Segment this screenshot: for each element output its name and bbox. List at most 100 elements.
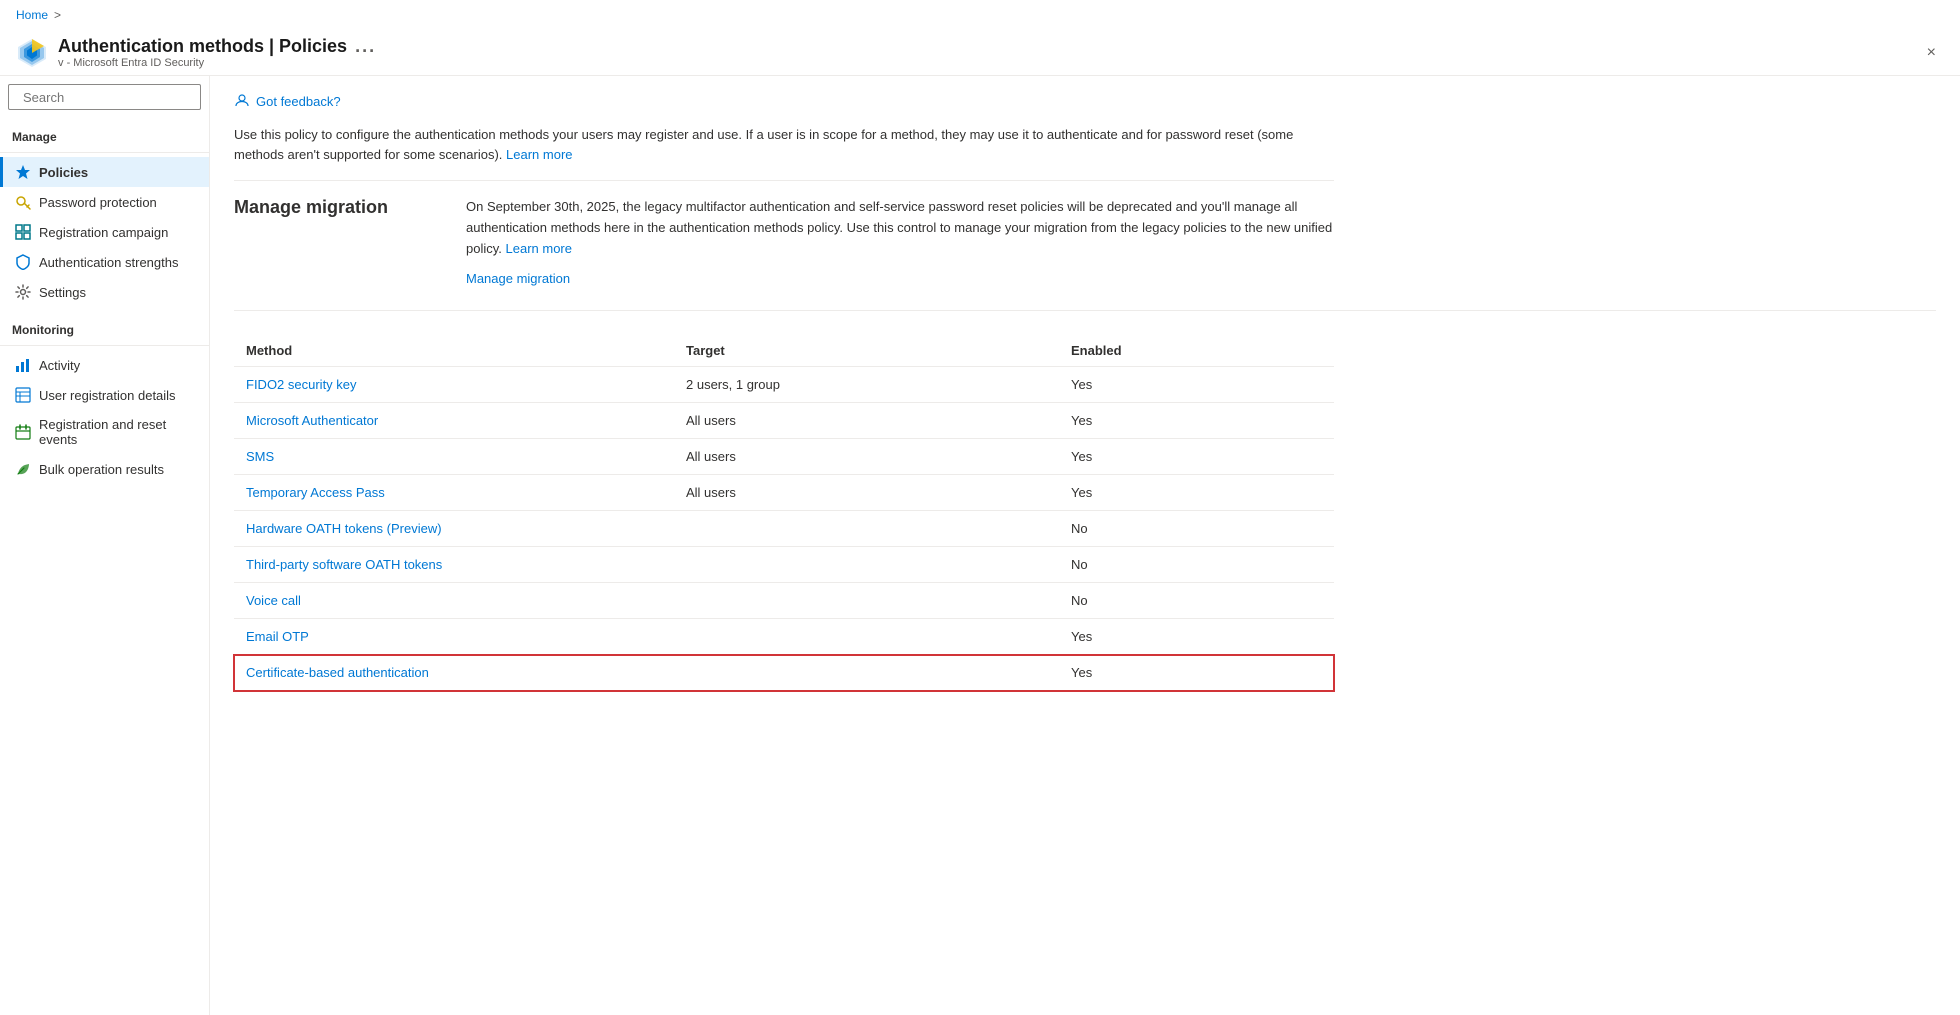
table-row: Email OTP Yes <box>234 619 1334 655</box>
leaf-icon <box>15 461 31 477</box>
breadcrumb-separator: > <box>54 8 61 22</box>
sidebar-label-registration-campaign: Registration campaign <box>39 225 168 240</box>
cell-enabled: Yes <box>1059 475 1334 511</box>
cell-method: Voice call <box>234 583 674 619</box>
method-link-7[interactable]: Email OTP <box>246 629 309 644</box>
sidebar-item-policies[interactable]: Policies <box>0 157 209 187</box>
app-icon <box>16 37 48 69</box>
cell-target: All users <box>674 403 1059 439</box>
manage-section-label: Manage <box>0 122 209 148</box>
search-input[interactable] <box>23 90 199 105</box>
sidebar-item-registration-reset[interactable]: Registration and reset events <box>0 410 209 454</box>
page-header: Authentication methods | Policies ... v … <box>0 30 1960 76</box>
migration-learn-more-link[interactable]: Learn more <box>506 241 572 256</box>
cell-enabled: Yes <box>1059 655 1334 691</box>
cell-enabled: No <box>1059 583 1334 619</box>
description-text: Use this policy to configure the authent… <box>234 125 1334 181</box>
col-method: Method <box>234 335 674 367</box>
migration-title: Manage migration <box>234 197 434 290</box>
migration-description: On September 30th, 2025, the legacy mult… <box>466 197 1366 290</box>
col-target: Target <box>674 335 1059 367</box>
grid-icon <box>15 224 31 240</box>
cell-enabled: Yes <box>1059 439 1334 475</box>
star-icon <box>15 164 31 180</box>
cell-enabled: Yes <box>1059 619 1334 655</box>
table-row: Hardware OATH tokens (Preview) No <box>234 511 1334 547</box>
sidebar-label-registration-reset: Registration and reset events <box>39 417 197 447</box>
sidebar-item-activity[interactable]: Activity <box>0 350 209 380</box>
cell-target: All users <box>674 439 1059 475</box>
manage-migration-link[interactable]: Manage migration <box>466 269 1366 290</box>
method-link-5[interactable]: Third-party software OATH tokens <box>246 557 442 572</box>
grid2-icon <box>15 387 31 403</box>
breadcrumb-home[interactable]: Home <box>16 8 48 22</box>
cell-target <box>674 511 1059 547</box>
cell-target <box>674 619 1059 655</box>
sidebar-label-policies: Policies <box>39 165 88 180</box>
sidebar-label-settings: Settings <box>39 285 86 300</box>
cell-method: Certificate-based authentication <box>234 655 674 691</box>
cell-target <box>674 655 1059 691</box>
gear-icon <box>15 284 31 300</box>
content-area: Got feedback? Use this policy to configu… <box>210 76 1960 1015</box>
cell-enabled: Yes <box>1059 403 1334 439</box>
sidebar-label-user-registration: User registration details <box>39 388 176 403</box>
table-row: Third-party software OATH tokens No <box>234 547 1334 583</box>
methods-table: Method Target Enabled FIDO2 security key… <box>234 335 1334 691</box>
cell-method: Hardware OATH tokens (Preview) <box>234 511 674 547</box>
feedback-icon <box>234 92 250 111</box>
cell-method: Third-party software OATH tokens <box>234 547 674 583</box>
method-link-0[interactable]: FIDO2 security key <box>246 377 357 392</box>
header-ellipsis-btn[interactable]: ... <box>355 36 376 57</box>
table-row: Microsoft Authenticator All usersYes <box>234 403 1334 439</box>
sidebar-item-authentication-strengths[interactable]: Authentication strengths <box>0 247 209 277</box>
sidebar-item-bulk-operation[interactable]: Bulk operation results <box>0 454 209 484</box>
close-button[interactable]: × <box>1919 40 1944 66</box>
method-link-8[interactable]: Certificate-based authentication <box>246 665 429 680</box>
manage-divider <box>0 152 209 153</box>
cell-enabled: No <box>1059 511 1334 547</box>
table-row: FIDO2 security key 2 users, 1 groupYes <box>234 367 1334 403</box>
feedback-bar[interactable]: Got feedback? <box>234 92 1936 111</box>
table-row: Voice call No <box>234 583 1334 619</box>
sidebar-label-bulk-operation: Bulk operation results <box>39 462 164 477</box>
search-bar: « <box>8 84 201 110</box>
cell-method: SMS <box>234 439 674 475</box>
sidebar-label-activity: Activity <box>39 358 80 373</box>
method-link-3[interactable]: Temporary Access Pass <box>246 485 385 500</box>
table-row: Certificate-based authentication Yes <box>234 655 1334 691</box>
key-icon <box>15 194 31 210</box>
description-learn-more-link[interactable]: Learn more <box>506 147 572 162</box>
method-link-1[interactable]: Microsoft Authenticator <box>246 413 378 428</box>
cell-target <box>674 583 1059 619</box>
cell-method: Temporary Access Pass <box>234 475 674 511</box>
cell-method: Microsoft Authenticator <box>234 403 674 439</box>
chart-icon <box>15 357 31 373</box>
method-link-2[interactable]: SMS <box>246 449 274 464</box>
cell-enabled: Yes <box>1059 367 1334 403</box>
cell-method: FIDO2 security key <box>234 367 674 403</box>
cell-target: 2 users, 1 group <box>674 367 1059 403</box>
table-row: Temporary Access Pass All usersYes <box>234 475 1334 511</box>
cell-enabled: No <box>1059 547 1334 583</box>
sidebar-item-settings[interactable]: Settings <box>0 277 209 307</box>
sidebar-item-registration-campaign[interactable]: Registration campaign <box>0 217 209 247</box>
sidebar-label-password-protection: Password protection <box>39 195 157 210</box>
method-link-6[interactable]: Voice call <box>246 593 301 608</box>
table-row: SMS All usersYes <box>234 439 1334 475</box>
page-title: Authentication methods | Policies <box>58 36 347 57</box>
sidebar-item-user-registration[interactable]: User registration details <box>0 380 209 410</box>
monitoring-section-label: Monitoring <box>0 315 209 341</box>
calendar-icon <box>15 424 31 440</box>
sidebar-item-password-protection[interactable]: Password protection <box>0 187 209 217</box>
sidebar: « Manage Policies Password protec <box>0 76 210 1015</box>
cell-target <box>674 547 1059 583</box>
sidebar-label-authentication-strengths: Authentication strengths <box>39 255 178 270</box>
header-subtitle: v - Microsoft Entra ID Security <box>58 57 376 69</box>
migration-section: Manage migration On September 30th, 2025… <box>234 197 1936 311</box>
cell-method: Email OTP <box>234 619 674 655</box>
cell-target: All users <box>674 475 1059 511</box>
feedback-text: Got feedback? <box>256 94 341 109</box>
shield-icon <box>15 254 31 270</box>
method-link-4[interactable]: Hardware OATH tokens (Preview) <box>246 521 442 536</box>
